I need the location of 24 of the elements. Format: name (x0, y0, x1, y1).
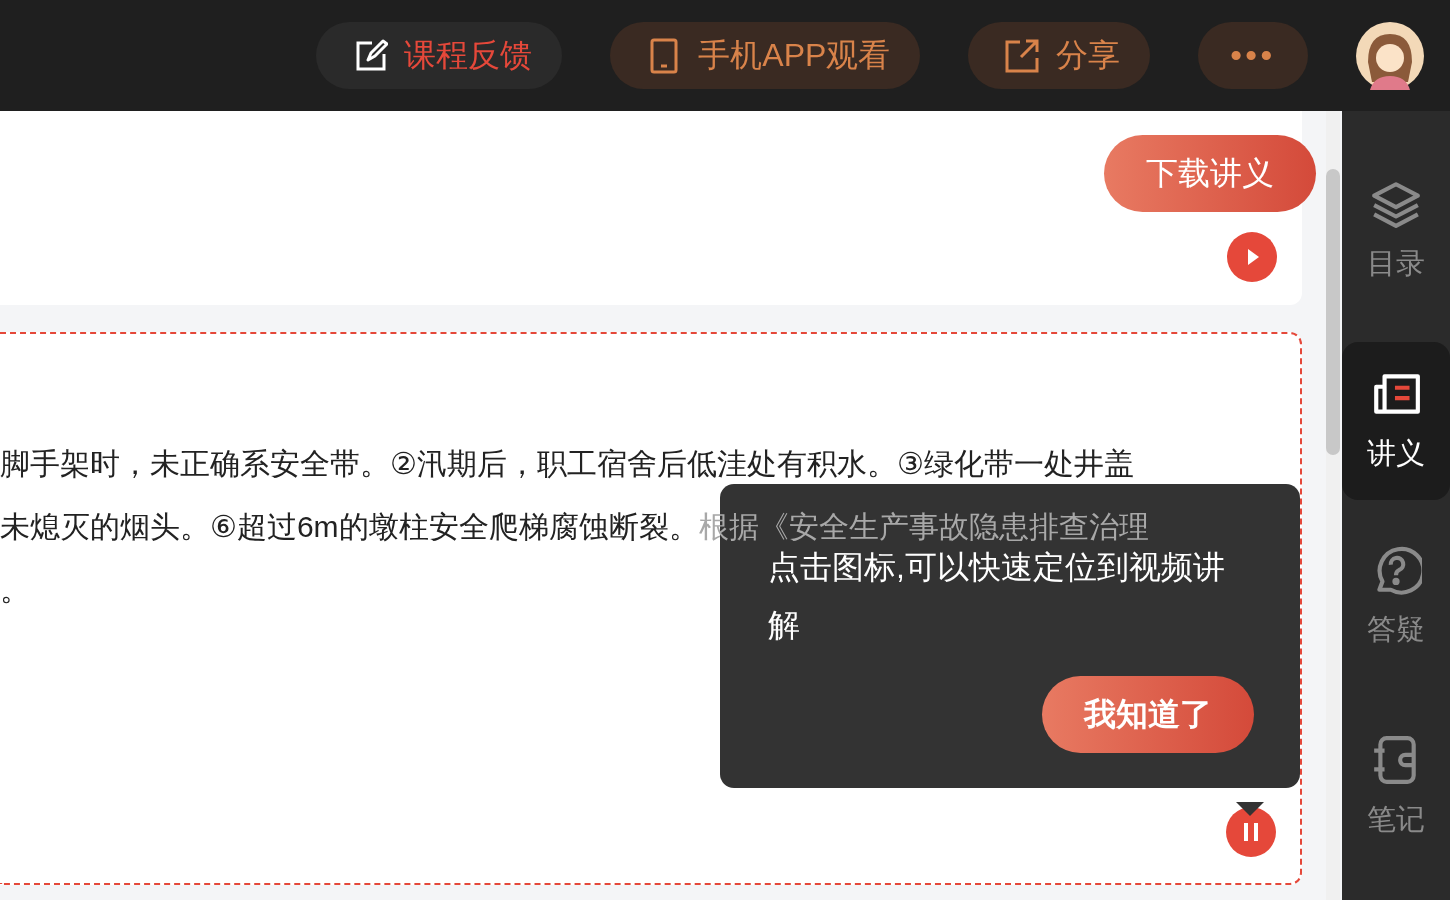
text-line: 脚手架时，未正确系安全带。②汛期后，职工宿舍后低洼处有积水。③绿化带一处井盖 (0, 446, 1134, 482)
share-icon (1004, 37, 1041, 74)
more-button[interactable]: ••• (1198, 22, 1308, 89)
scrollbar[interactable] (1326, 111, 1340, 900)
sidebar-label: 讲义 (1367, 436, 1425, 471)
sidebar-item[interactable]: 答疑 (1342, 502, 1450, 692)
got-it-button[interactable]: 我知道了 (1042, 676, 1254, 753)
sidebar-item[interactable]: 目录 (1342, 111, 1450, 340)
pause-icon[interactable] (1226, 807, 1276, 857)
sidebar-item[interactable]: 讲义 (1342, 342, 1450, 500)
sidebar-label: 笔记 (1367, 802, 1425, 837)
text-line: 。 (0, 572, 30, 608)
text-line: 未熄灭的烟头。⑥超过6m的墩柱安全爬梯腐蚀断裂。 (0, 509, 699, 545)
play-icon[interactable] (1227, 232, 1277, 282)
tooltip-text: 点击图标,可以快速定位到视频讲解 (768, 548, 1226, 645)
toolbar-button[interactable]: 分享 (968, 22, 1151, 89)
tooltip-pointer-icon (1236, 802, 1264, 816)
toolbar-button[interactable]: 课程反馈 (316, 22, 563, 89)
sidebar-label: 目录 (1367, 245, 1425, 281)
avatar-icon[interactable] (1356, 21, 1424, 90)
toolbar-button[interactable]: 手机APP观看 (610, 22, 921, 89)
download-button[interactable]: 下载讲义 (1104, 135, 1316, 212)
sidebar-item[interactable]: 笔记 (1342, 692, 1450, 882)
sidebar-label: 答疑 (1367, 612, 1425, 647)
